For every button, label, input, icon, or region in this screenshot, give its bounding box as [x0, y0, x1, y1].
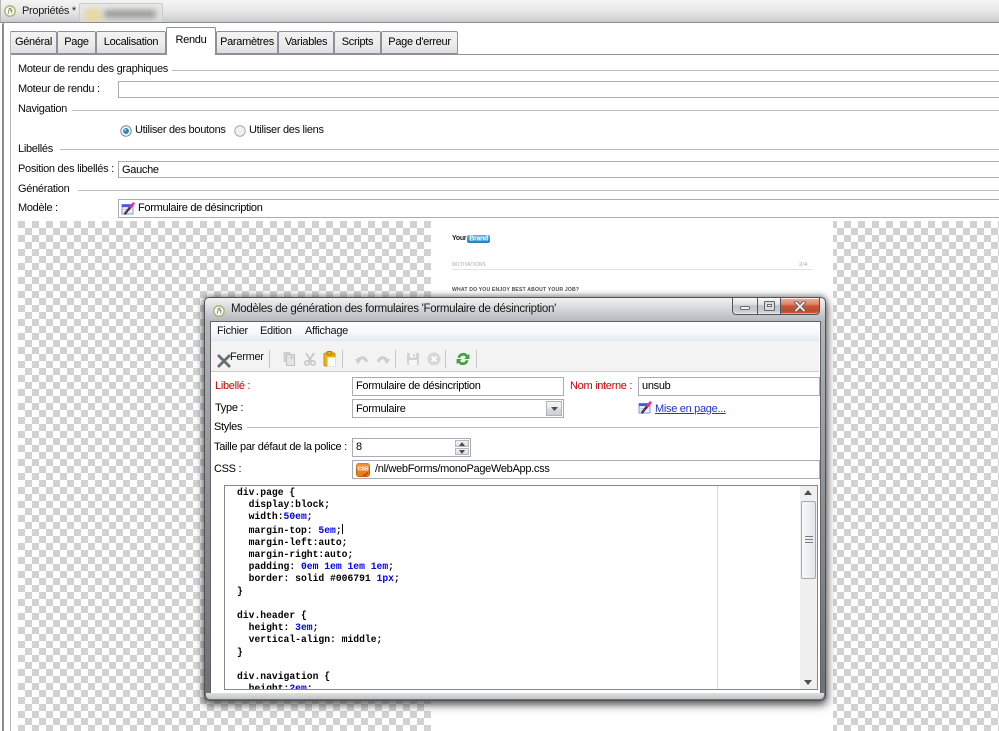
- svg-text:CSS: CSS: [358, 467, 369, 473]
